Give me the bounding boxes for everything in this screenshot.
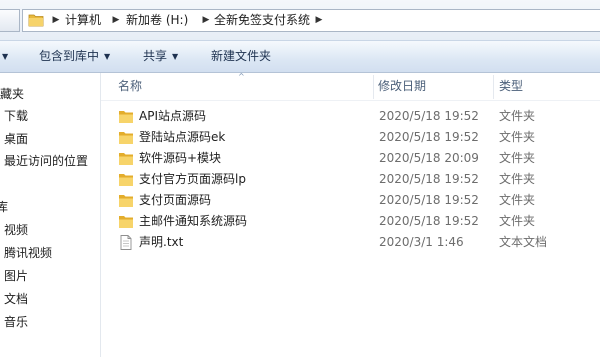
folder-icon [119, 111, 133, 123]
caret-down-icon: ▼ [2, 52, 9, 61]
caret-down-icon: ▼ [172, 52, 179, 61]
file-row[interactable]: 主邮件通知系统源码 2020/5/18 19:52 文件夹 [101, 211, 600, 232]
file-date: 2020/5/18 19:52 [379, 172, 479, 186]
file-name: 支付官方页面源码lp [139, 172, 246, 186]
address-bar[interactable]: ▶ 计算机 ▶ 新加卷 (H:) ▶ 全新免签支付系统 ▶ [22, 9, 600, 32]
new-folder-button[interactable]: 新建文件夹 [211, 41, 271, 72]
share-button[interactable]: 共享 ▼ [143, 41, 178, 72]
file-name: API站点源码 [139, 109, 206, 123]
chevron-right-icon[interactable]: ▶ [109, 10, 123, 31]
file-name: 登陆站点源码ek [139, 130, 226, 144]
column-divider[interactable] [373, 75, 374, 99]
include-in-library-button[interactable]: 包含到库中 ▼ [39, 41, 110, 72]
file-row[interactable]: 支付页面源码 2020/5/18 19:52 文件夹 [101, 190, 600, 211]
file-row[interactable]: 声明.txt 2020/3/1 1:46 文本文档 [101, 232, 600, 253]
file-type: 文本文档 [499, 235, 548, 249]
nav-pictures[interactable]: 图片 [4, 265, 28, 287]
breadcrumb-computer[interactable]: 计算机 [65, 10, 101, 31]
address-bar-row: ▶ 计算机 ▶ 新加卷 (H:) ▶ 全新免签支付系统 ▶ [0, 0, 600, 40]
breadcrumb-drive[interactable]: 新加卷 (H:) [126, 10, 188, 31]
nav-downloads[interactable]: 下载 [4, 105, 28, 127]
nav-recent-places[interactable]: 最近访问的位置 [4, 150, 88, 172]
file-type: 文件夹 [499, 172, 536, 186]
file-date: 2020/5/18 19:52 [379, 130, 479, 144]
navigation-pane: 收藏夹 下载 桌面 最近访问的位置 库 视频 腾讯视频 图片 文档 音乐 [0, 73, 101, 357]
chevron-right-icon[interactable]: ▶ [49, 10, 63, 31]
command-bar: ▼ 包含到库中 ▼ 共享 ▼ 新建文件夹 [0, 40, 600, 73]
file-date: 2020/5/18 19:52 [379, 109, 479, 123]
file-list-pane: ^ 名称 修改日期 类型 API站点源码 2020/5/18 19:52 文件夹… [101, 72, 600, 357]
file-date: 2020/3/1 1:46 [379, 235, 464, 249]
chevron-right-icon[interactable]: ▶ [312, 10, 326, 31]
caret-down-icon: ▼ [104, 52, 111, 61]
column-header-date[interactable]: 修改日期 [378, 73, 426, 100]
column-header-bar: ^ 名称 修改日期 类型 [101, 72, 600, 101]
file-name: 支付页面源码 [139, 193, 212, 207]
file-type: 文件夹 [499, 151, 536, 165]
folder-icon [119, 174, 133, 186]
folder-icon [119, 195, 133, 207]
nav-tencent-video[interactable]: 腾讯视频 [4, 242, 52, 264]
file-name: 软件源码+模块 [139, 151, 222, 165]
file-name: 主邮件通知系统源码 [139, 214, 248, 228]
file-row[interactable]: 支付官方页面源码lp 2020/5/18 19:52 文件夹 [101, 169, 600, 190]
file-type: 文件夹 [499, 109, 536, 123]
file-type: 文件夹 [499, 193, 536, 207]
column-header-type[interactable]: 类型 [499, 73, 523, 100]
file-date: 2020/5/18 20:09 [379, 151, 479, 165]
file-name: 声明.txt [139, 235, 184, 249]
column-divider[interactable] [493, 75, 494, 99]
text-file-icon [120, 235, 132, 250]
nav-back-button[interactable] [0, 9, 20, 32]
chevron-right-icon[interactable]: ▶ [199, 10, 213, 31]
folder-icon [119, 153, 133, 165]
folder-icon [119, 132, 133, 144]
share-label: 共享 [143, 49, 168, 63]
nav-documents[interactable]: 文档 [4, 288, 28, 310]
nav-videos[interactable]: 视频 [4, 219, 28, 241]
nav-libraries[interactable]: 库 [0, 196, 8, 218]
file-type: 文件夹 [499, 130, 536, 144]
file-date: 2020/5/18 19:52 [379, 193, 479, 207]
nav-favorites[interactable]: 收藏夹 [0, 83, 24, 105]
organize-dropdown-caret[interactable]: ▼ [0, 41, 8, 72]
file-type: 文件夹 [499, 214, 536, 228]
include-in-library-label: 包含到库中 [39, 49, 100, 63]
nav-desktop[interactable]: 桌面 [4, 128, 28, 150]
folder-icon [28, 14, 44, 27]
column-header-name[interactable]: 名称 [118, 73, 142, 100]
file-row[interactable]: 软件源码+模块 2020/5/18 20:09 文件夹 [101, 148, 600, 169]
nav-music[interactable]: 音乐 [4, 311, 28, 333]
file-date: 2020/5/18 19:52 [379, 214, 479, 228]
breadcrumb-folder[interactable]: 全新免签支付系统 [214, 10, 310, 31]
folder-icon [119, 216, 133, 228]
file-row[interactable]: 登陆站点源码ek 2020/5/18 19:52 文件夹 [101, 127, 600, 148]
sort-ascending-icon: ^ [238, 72, 245, 81]
file-row[interactable]: API站点源码 2020/5/18 19:52 文件夹 [101, 106, 600, 127]
